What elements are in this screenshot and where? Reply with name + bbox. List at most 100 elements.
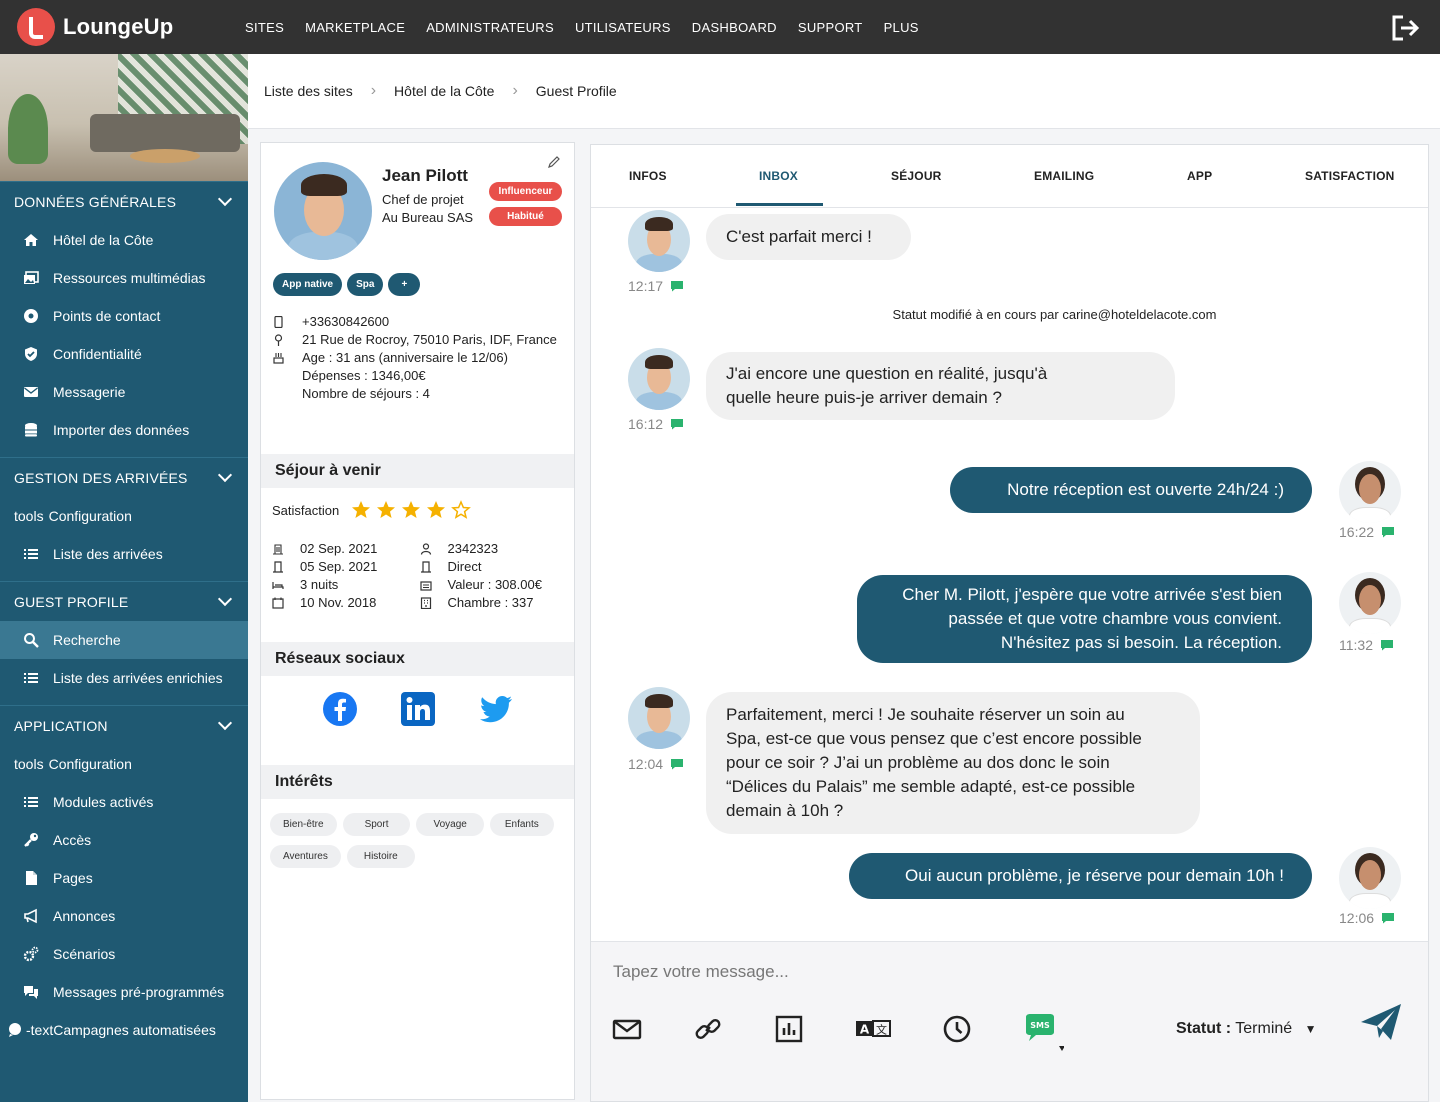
tag-spa[interactable]: Spa	[347, 273, 384, 296]
sidebar-item-hotel[interactable]: Hôtel de la Côte	[0, 221, 248, 259]
door-icon	[420, 561, 431, 573]
tag-app-native[interactable]: App native	[273, 273, 343, 296]
staff-avatar-small	[1339, 847, 1401, 909]
sidebar-item-liste-arrivees[interactable]: Liste des arrivées	[0, 535, 248, 573]
status-value: Terminé	[1235, 1020, 1293, 1037]
database-icon	[22, 421, 40, 439]
sidebar-item-label: Confidentialité	[53, 346, 142, 362]
guest-role: Chef de projet Au Bureau SAS	[382, 191, 473, 227]
hotel-hero-image	[0, 54, 248, 181]
topnav-marketplace[interactable]: MARKETPLACE	[305, 20, 405, 35]
send-icon[interactable]	[1359, 1002, 1403, 1042]
facebook-icon[interactable]	[322, 691, 358, 727]
topnav-dashboard[interactable]: DASHBOARD	[692, 20, 777, 35]
section-gestion-arrivees[interactable]: GESTION DES ARRIVÉES	[0, 457, 248, 497]
message-thread[interactable]: 12:17 C'est parfait merci ! Statut modif…	[591, 208, 1428, 941]
sidebar-item-messagerie[interactable]: Messagerie	[0, 373, 248, 411]
key-icon	[22, 831, 40, 849]
tab-sejour[interactable]: SÉJOUR	[891, 169, 942, 183]
tab-emailing[interactable]: EMAILING	[1034, 169, 1094, 183]
section-donnees-generales[interactable]: DONNÉES GÉNÉRALES	[0, 181, 248, 221]
badge-habitue: Habitué	[489, 207, 562, 226]
email-icon[interactable]	[612, 1014, 642, 1044]
edit-pencil-icon[interactable]	[547, 155, 561, 169]
sidebar-item-configuration-app[interactable]: tools Configuration	[0, 745, 248, 783]
tab-satisfaction[interactable]: SATISFACTION	[1305, 169, 1395, 183]
sidebar-item-label: Liste des arrivées	[53, 546, 163, 562]
interest-chip[interactable]: Enfants	[489, 813, 554, 836]
sidebar-item-scenarios[interactable]: Scénarios	[0, 935, 248, 973]
guest-avatar-small	[628, 687, 690, 749]
sidebar-item-ressources[interactable]: Ressources multimédias	[0, 259, 248, 297]
tab-app[interactable]: APP	[1187, 169, 1212, 183]
section-guest-profile[interactable]: GUEST PROFILE	[0, 581, 248, 621]
home-icon	[22, 231, 40, 249]
star-empty-icon	[451, 500, 472, 519]
sidebar-item-modules[interactable]: Modules activés	[0, 783, 248, 821]
add-tag-button[interactable]: +	[388, 273, 421, 296]
sidebar-item-label: Pages	[53, 870, 93, 886]
breadcrumb-hotel[interactable]: Hôtel de la Côte	[394, 83, 494, 99]
sidebar-item-acces[interactable]: Accès	[0, 821, 248, 859]
stay-room: Chambre : 337	[447, 595, 534, 610]
staff-avatar-small	[1339, 461, 1401, 523]
interest-chip[interactable]: Sport	[342, 813, 411, 836]
topnav-support[interactable]: SUPPORT	[798, 20, 863, 35]
sidebar-item-messages-preprog[interactable]: Messages pré-programmés	[0, 973, 248, 1011]
sms-channel-selector[interactable]: SMS	[1024, 1014, 1065, 1051]
upcoming-stay-title: Séjour à venir	[261, 454, 574, 488]
sidebar-item-points-contact[interactable]: Points de contact	[0, 297, 248, 335]
interest-chip[interactable]: Aventures	[270, 845, 341, 868]
sidebar-item-label: Recherche	[53, 632, 121, 648]
twitter-icon[interactable]	[478, 691, 514, 727]
linkedin-icon[interactable]	[400, 691, 436, 727]
topnav-administrateurs[interactable]: ADMINISTRATEURS	[426, 20, 554, 35]
star-filled-icon	[402, 501, 421, 518]
interest-chip[interactable]: Voyage	[416, 813, 484, 836]
sidebar-item-campagnes[interactable]: -text Campagnes automatisées	[0, 1011, 248, 1049]
tab-infos[interactable]: INFOS	[629, 169, 667, 183]
topnav-sites[interactable]: SITES	[245, 20, 284, 35]
sidebar-item-annonces[interactable]: Annonces	[0, 897, 248, 935]
sidebar-item-configuration-arrivees[interactable]: tools Configuration	[0, 497, 248, 535]
topnav-plus[interactable]: PLUS	[884, 20, 919, 35]
breadcrumb-sites[interactable]: Liste des sites	[264, 83, 353, 99]
guest-spend: Dépenses : 1346,00€	[302, 368, 426, 383]
topnav-utilisateurs[interactable]: UTILISATEURS	[575, 20, 671, 35]
guest-phone: +33630842600	[302, 314, 390, 329]
sidebar-item-pages[interactable]: Pages	[0, 859, 248, 897]
sidebar-item-label: Annonces	[53, 908, 116, 924]
sidebar-item-confidentialite[interactable]: Confidentialité	[0, 335, 248, 373]
sidebar-item-label: Accès	[53, 832, 92, 848]
caret-down-icon: ▼	[1304, 1022, 1317, 1036]
clock-icon[interactable]	[942, 1014, 972, 1044]
sidebar: DONNÉES GÉNÉRALES Hôtel de la Côte Resso…	[0, 54, 248, 1102]
sms-icon	[1381, 640, 1393, 651]
translate-icon[interactable]: A文	[855, 1014, 891, 1044]
message-bubble-in: Parfaitement, merci ! Je souhaite réserv…	[706, 692, 1200, 834]
interest-chip[interactable]: Bien-être	[270, 813, 337, 836]
link-icon[interactable]	[693, 1014, 723, 1044]
guest-age: Age : 31 ans (anniversaire le 12/06)	[302, 350, 508, 365]
stay-booking-id: 2342323	[447, 541, 499, 556]
breadcrumb: Liste des sites › Hôtel de la Côte › Gue…	[248, 54, 1440, 129]
section-application[interactable]: APPLICATION	[0, 705, 248, 745]
logo[interactable]: LoungeUp	[17, 8, 245, 46]
sidebar-item-importer[interactable]: Importer des données	[0, 411, 248, 449]
campaign-prefix: -text	[26, 1022, 54, 1038]
chevron-down-icon	[217, 591, 233, 606]
chart-icon[interactable]	[774, 1014, 804, 1044]
chevron-down-icon	[217, 191, 233, 206]
tab-inbox[interactable]: INBOX	[759, 169, 798, 183]
status-dropdown[interactable]: Statut : Terminé ▼	[1176, 1020, 1317, 1038]
sidebar-item-label: Messages pré-programmés	[53, 984, 225, 1000]
sidebar-item-recherche[interactable]: Recherche	[0, 621, 248, 659]
interest-chip[interactable]: Histoire	[346, 845, 415, 868]
message-input[interactable]: Tapez votre message...	[613, 962, 789, 982]
stay-details: 02 Sep. 2021 05 Sep. 2021 3 nuits 10 Nov…	[272, 540, 567, 612]
sidebar-item-liste-enrichies[interactable]: Liste des arrivées enrichies	[0, 659, 248, 697]
logout-icon[interactable]	[1390, 14, 1422, 42]
sidebar-item-label: Messagerie	[53, 384, 126, 400]
file-icon	[22, 869, 40, 887]
interests-title: Intérêts	[261, 765, 574, 799]
